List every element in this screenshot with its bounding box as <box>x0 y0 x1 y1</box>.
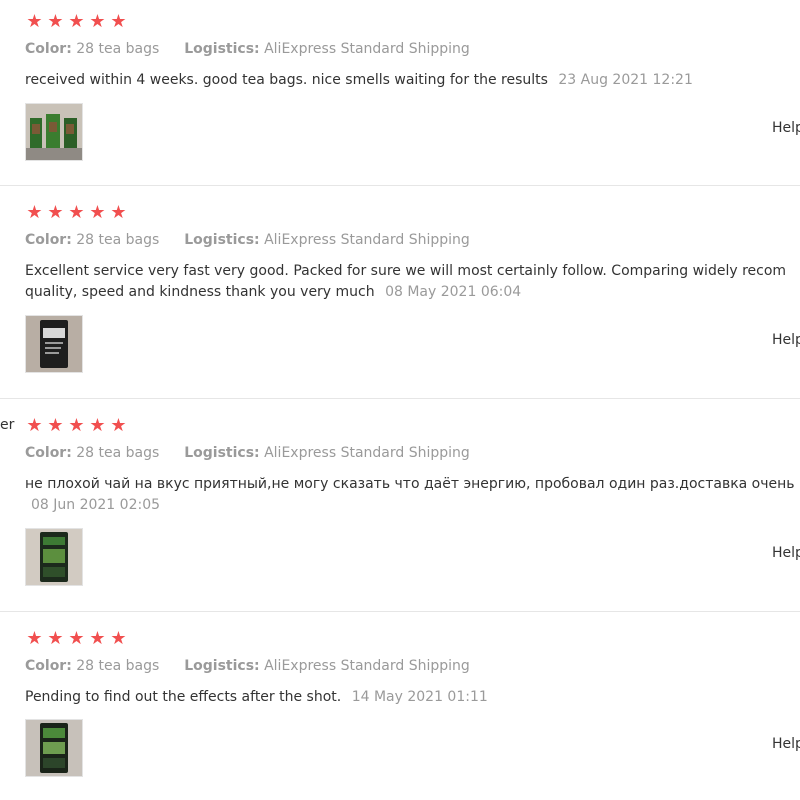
star-icon: ★ <box>47 202 64 223</box>
color-key: Color: <box>25 658 72 674</box>
review-text-line: received within 4 weeks. good tea bags. … <box>25 72 548 88</box>
star-icon: ★ <box>110 415 127 436</box>
helpful-button[interactable]: Help <box>772 120 800 136</box>
star-icon: ★ <box>89 415 106 436</box>
star-icon: ★ <box>68 628 85 649</box>
review-text-line: не плохой чай на вкус приятный,не могу с… <box>25 476 795 492</box>
star-icon: ★ <box>47 628 64 649</box>
tea-package-photo-icon <box>26 720 82 776</box>
review-meta: Color: 28 tea bags Logistics: AliExpress… <box>25 445 470 461</box>
color-key: Color: <box>25 445 72 461</box>
review-date: 08 Jun 2021 02:05 <box>31 497 161 513</box>
tea-package-photo-icon <box>26 316 82 372</box>
helpful-button[interactable]: Help <box>772 332 800 348</box>
tea-package-photo-icon <box>26 529 82 585</box>
star-icon: ★ <box>110 11 127 32</box>
star-icon: ★ <box>26 628 43 649</box>
star-icon: ★ <box>68 202 85 223</box>
logistics-key: Logistics: <box>184 445 260 461</box>
review-text: не плохой чай на вкус приятный,не могу с… <box>25 474 795 516</box>
logistics-value: AliExpress Standard Shipping <box>264 658 470 674</box>
star-icon: ★ <box>26 11 43 32</box>
review-meta: Color: 28 tea bags Logistics: AliExpress… <box>25 41 470 57</box>
star-rating: ★ ★ ★ ★ ★ <box>25 630 128 648</box>
review-meta: Color: 28 tea bags Logistics: AliExpress… <box>25 232 470 248</box>
review-photo-thumbnail[interactable] <box>25 719 83 777</box>
star-rating: ★ ★ ★ ★ ★ <box>25 204 128 222</box>
review-date: 14 May 2021 01:11 <box>351 689 488 705</box>
review-item: ★ ★ ★ ★ ★ Color: 28 tea bags Logistics: … <box>0 186 800 399</box>
review-meta: Color: 28 tea bags Logistics: AliExpress… <box>25 658 470 674</box>
star-icon: ★ <box>26 415 43 436</box>
color-value: 28 tea bags <box>76 232 160 248</box>
review-photo-thumbnail[interactable] <box>25 103 83 161</box>
review-text: received within 4 weeks. good tea bags. … <box>25 70 693 91</box>
star-icon: ★ <box>89 628 106 649</box>
logistics-key: Logistics: <box>184 41 260 57</box>
helpful-button[interactable]: Help <box>772 545 800 561</box>
star-icon: ★ <box>89 11 106 32</box>
star-rating: ★ ★ ★ ★ ★ <box>25 13 128 31</box>
tea-package-photo-icon <box>26 104 82 160</box>
star-icon: ★ <box>47 415 64 436</box>
logistics-key: Logistics: <box>184 658 260 674</box>
review-text: Excellent service very fast very good. P… <box>25 261 786 303</box>
star-rating: ★ ★ ★ ★ ★ <box>25 417 128 435</box>
logistics-key: Logistics: <box>184 232 260 248</box>
star-icon: ★ <box>47 11 64 32</box>
helpful-button[interactable]: Help <box>772 736 800 752</box>
review-item: ★ ★ ★ ★ ★ Color: 28 tea bags Logistics: … <box>0 612 800 800</box>
color-key: Color: <box>25 232 72 248</box>
review-text-line: Excellent service very fast very good. P… <box>25 263 787 279</box>
review-photo-thumbnail[interactable] <box>25 528 83 586</box>
review-date: 08 May 2021 06:04 <box>385 284 522 300</box>
star-icon: ★ <box>68 415 85 436</box>
star-icon: ★ <box>110 202 127 223</box>
logistics-value: AliExpress Standard Shipping <box>264 445 470 461</box>
logistics-value: AliExpress Standard Shipping <box>264 232 470 248</box>
logistics-value: AliExpress Standard Shipping <box>264 41 470 57</box>
star-icon: ★ <box>68 11 85 32</box>
reviewer-name-fragment: er <box>0 417 15 433</box>
star-icon: ★ <box>89 202 106 223</box>
review-text: Pending to find out the effects after th… <box>25 687 488 708</box>
review-item: er ★ ★ ★ ★ ★ Color: 28 tea bags Logistic… <box>0 399 800 612</box>
star-icon: ★ <box>110 628 127 649</box>
color-value: 28 tea bags <box>76 41 160 57</box>
color-value: 28 tea bags <box>76 658 160 674</box>
color-key: Color: <box>25 41 72 57</box>
review-photo-thumbnail[interactable] <box>25 315 83 373</box>
review-text-line: Pending to find out the effects after th… <box>25 689 342 705</box>
star-icon: ★ <box>26 202 43 223</box>
reviews-page: ★ ★ ★ ★ ★ Color: 28 tea bags Logistics: … <box>0 0 800 800</box>
review-text-line: quality, speed and kindness thank you ve… <box>25 284 375 300</box>
review-date: 23 Aug 2021 12:21 <box>558 72 693 88</box>
color-value: 28 tea bags <box>76 445 160 461</box>
review-item: ★ ★ ★ ★ ★ Color: 28 tea bags Logistics: … <box>0 0 800 186</box>
